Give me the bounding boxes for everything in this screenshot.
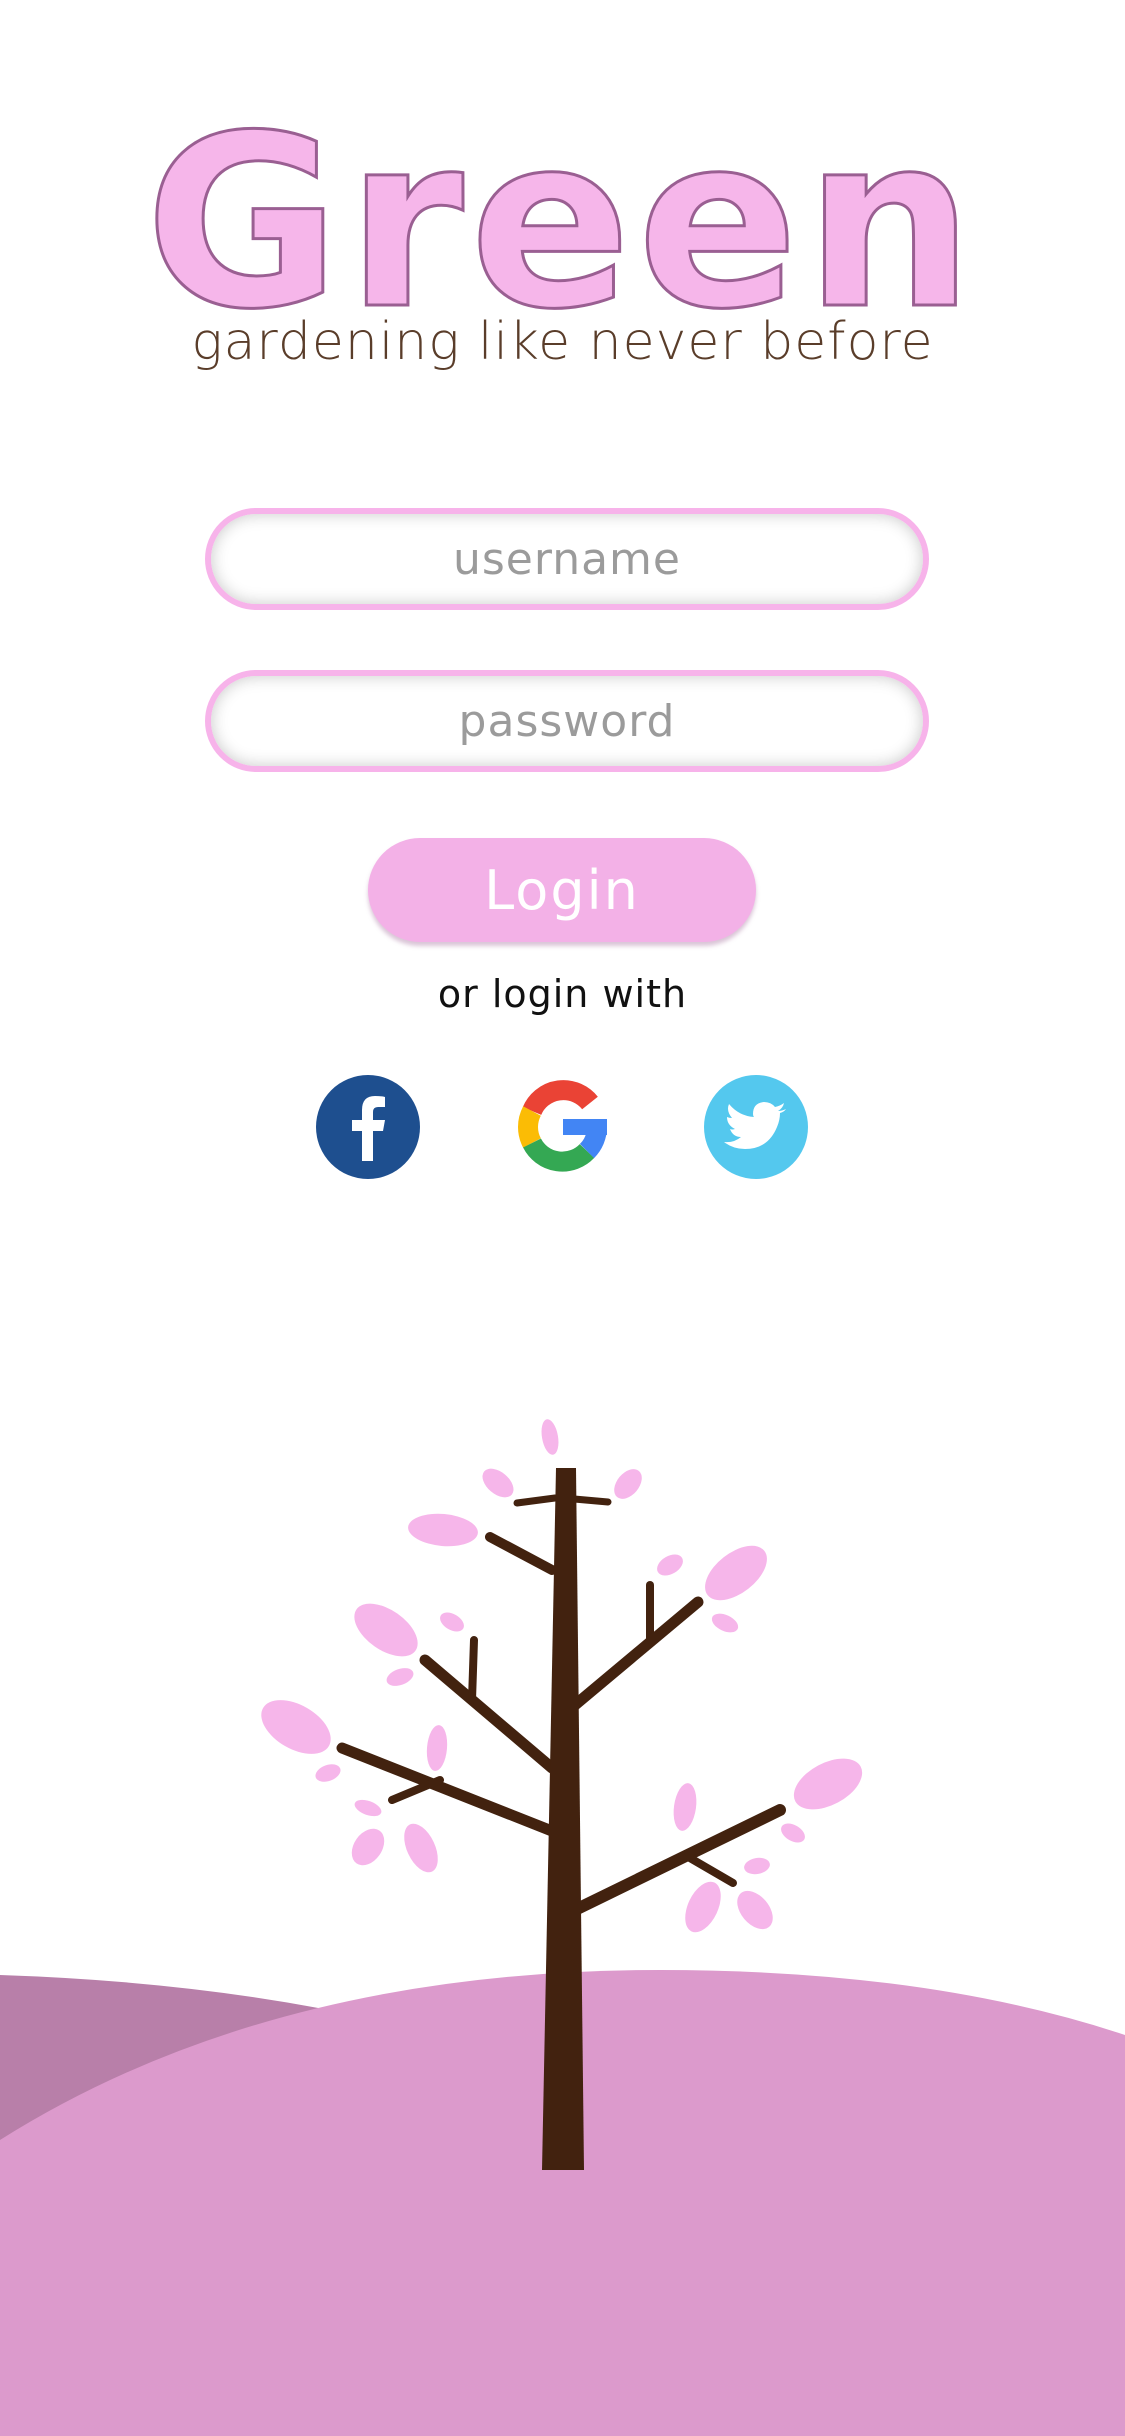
facebook-login-button[interactable] — [316, 1075, 420, 1179]
app-tagline: gardening like never before — [191, 312, 934, 372]
app-title: Green — [144, 85, 980, 362]
login-screen: Green gardening like never before Login … — [0, 0, 1125, 2436]
tree-leaves — [261, 1419, 863, 1933]
tree-branches — [336, 1494, 786, 1916]
google-icon — [511, 1075, 615, 1179]
front-hill — [0, 1970, 1125, 2436]
twitter-icon — [704, 1075, 808, 1179]
facebook-icon — [316, 1075, 420, 1179]
google-login-button[interactable] — [511, 1075, 615, 1179]
alt-login-text: or login with — [437, 972, 688, 1016]
twitter-login-button[interactable] — [704, 1075, 808, 1179]
login-button[interactable]: Login — [368, 838, 756, 942]
password-input[interactable] — [205, 670, 929, 772]
back-hill — [0, 1975, 520, 2200]
hills — [0, 1970, 1125, 2436]
username-input[interactable] — [205, 508, 929, 610]
tree-trunk — [542, 1468, 584, 2170]
